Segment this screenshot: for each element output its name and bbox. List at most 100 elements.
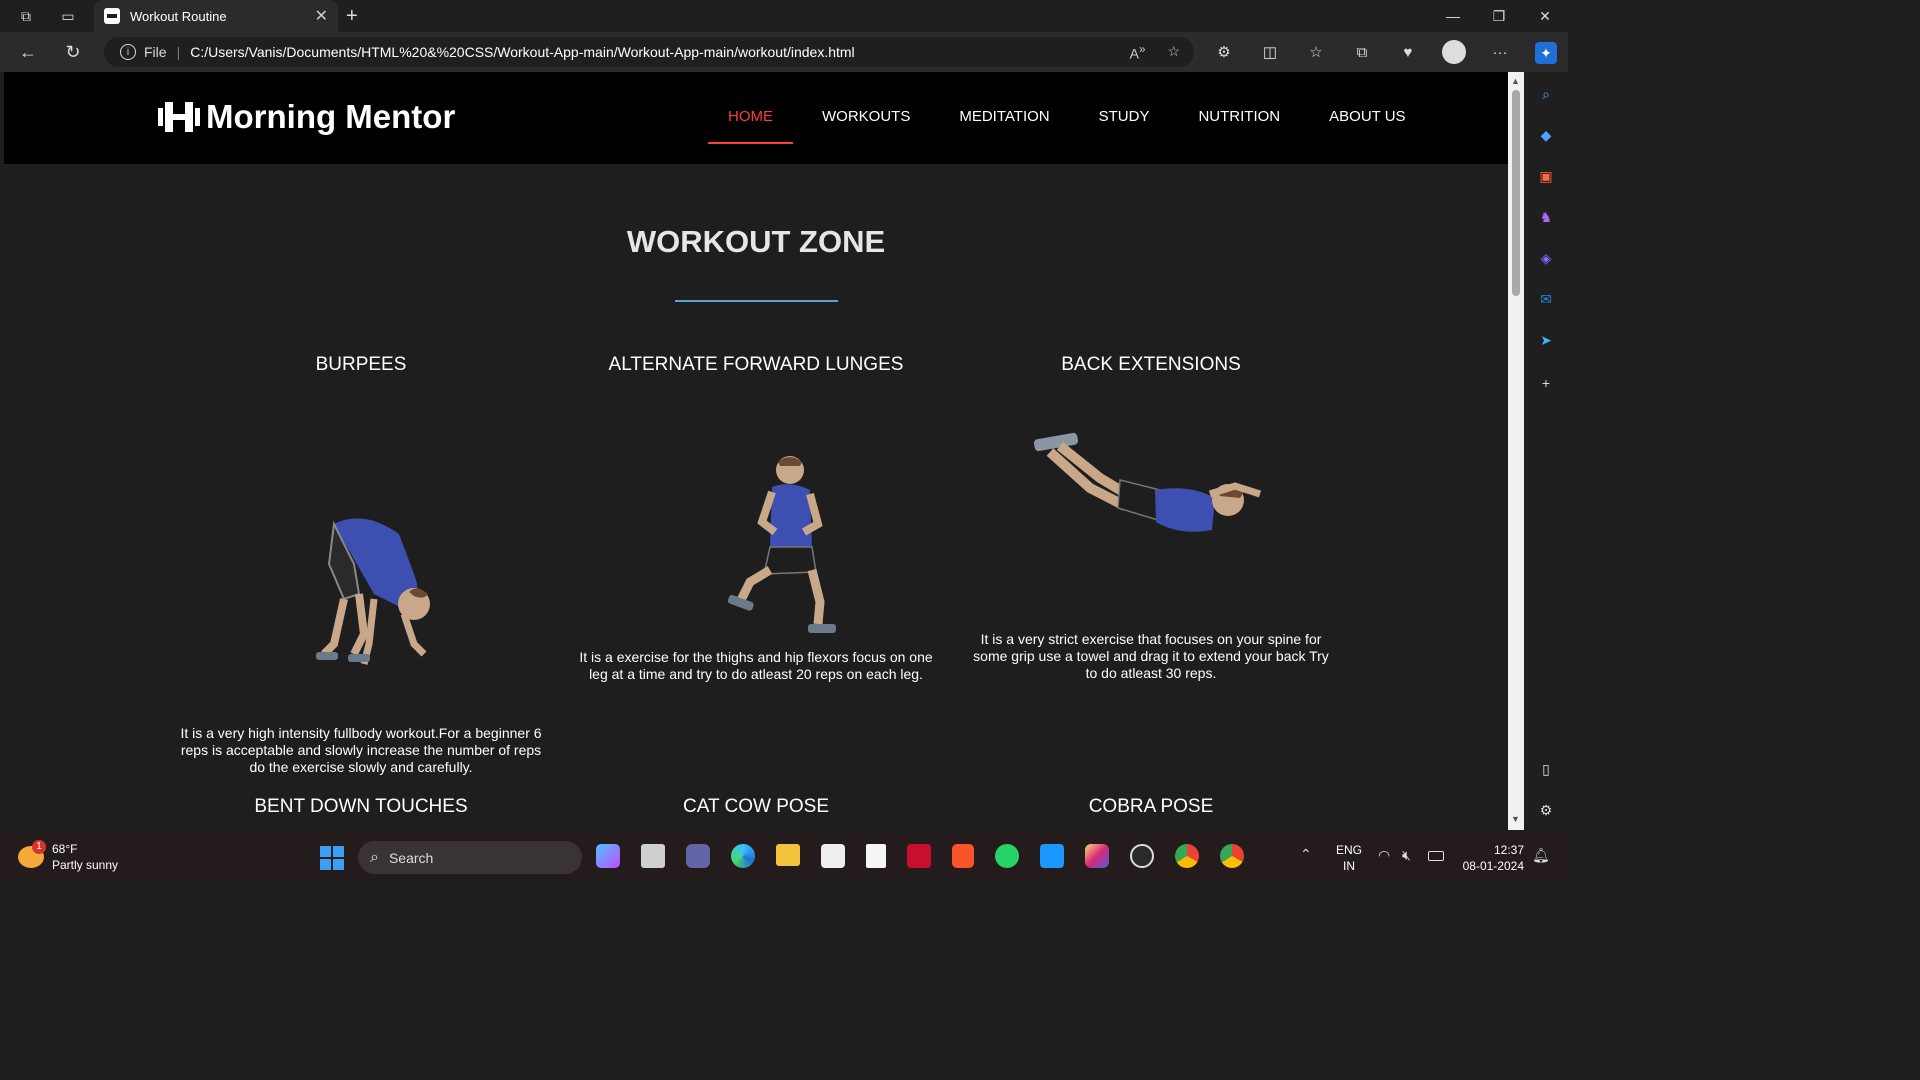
- exercise-desc-back-extensions: It is a very strict exercise that focuse…: [966, 631, 1336, 682]
- microsoft-store-icon[interactable]: [821, 844, 845, 868]
- close-tab-icon[interactable]: ✕: [315, 6, 328, 26]
- workspaces-icon[interactable]: ⧉: [16, 6, 36, 26]
- pinned-apps: [596, 844, 1244, 868]
- exercise-name: COBRA POSE: [1088, 796, 1214, 817]
- scroll-up-icon[interactable]: ▲: [1511, 76, 1520, 86]
- taskbar-search[interactable]: ⌕ Search: [358, 841, 582, 874]
- brand-name: Morning Mentor: [206, 98, 456, 135]
- notepad-icon[interactable]: [866, 844, 886, 868]
- whatsapp-icon[interactable]: [995, 844, 1019, 868]
- weather-text: Partly sunny: [52, 858, 119, 872]
- url-path: C:/Users/Vanis/Documents/HTML%20&%20CSS/…: [190, 44, 855, 60]
- scroll-down-icon[interactable]: ▼: [1511, 814, 1520, 824]
- close-window-icon[interactable]: ✕: [1522, 0, 1568, 32]
- show-hidden-icons[interactable]: ⌃: [1300, 846, 1312, 863]
- volume-muted-icon[interactable]: 🔇︎: [1402, 847, 1411, 864]
- restore-icon[interactable]: ❐: [1476, 0, 1522, 32]
- search-placeholder: Search: [388, 849, 434, 866]
- exercise-name: ALTERNATE FORWARD LUNGES: [608, 354, 904, 375]
- instagram-icon[interactable]: [1085, 844, 1109, 868]
- shopping-icon[interactable]: ◆: [1535, 124, 1557, 146]
- refresh-icon[interactable]: ↻: [61, 40, 85, 64]
- battery-icon[interactable]: [1428, 851, 1444, 861]
- exercise-card-cat-cow-pose: CAT COW POSE: [561, 796, 951, 818]
- favorites-icon[interactable]: ☆: [1304, 40, 1328, 64]
- active-tab[interactable]: Workout Routine ✕: [94, 0, 338, 32]
- nav-meditation[interactable]: MEDITATION: [959, 72, 1049, 144]
- chrome-icon[interactable]: [1175, 844, 1199, 868]
- site-header: Morning Mentor HOME WORKOUTS MEDITATION …: [4, 72, 1508, 164]
- back-icon[interactable]: ←: [16, 40, 40, 64]
- brand-logo[interactable]: Morning Mentor: [158, 98, 455, 136]
- prime-video-icon[interactable]: [1040, 844, 1064, 868]
- windows-start-icon[interactable]: [320, 846, 344, 870]
- split-screen-icon[interactable]: ◫: [1258, 40, 1282, 64]
- notifications-bell-icon[interactable]: 🔔︎: [1532, 847, 1550, 864]
- hide-sidebar-icon[interactable]: ▯: [1535, 758, 1557, 780]
- sidebar-settings-icon[interactable]: ⚙: [1535, 799, 1557, 821]
- nav-study[interactable]: STUDY: [1099, 72, 1150, 144]
- read-aloud-icon[interactable]: A»: [1130, 43, 1146, 62]
- health-icon[interactable]: ♥: [1396, 40, 1420, 64]
- more-icon[interactable]: ···: [1488, 40, 1512, 64]
- taskbar: 1 68°F Partly sunny ⌕ Search ⌃ ENG IN ◠ …: [0, 832, 1568, 882]
- nav-about-us[interactable]: ABOUT US: [1329, 72, 1405, 144]
- favorite-star-icon[interactable]: ☆: [1167, 43, 1180, 62]
- weather-widget[interactable]: 1 68°F Partly sunny: [18, 840, 148, 876]
- exercise-description: It is a exercise for the thighs and hip …: [579, 649, 933, 682]
- copilot-icon[interactable]: ✦: [1535, 42, 1557, 64]
- language-bottom: IN: [1343, 859, 1355, 873]
- exercise-description: It is a very high intensity fullbody wor…: [180, 725, 542, 775]
- tab-actions-icon[interactable]: ▭: [58, 6, 78, 26]
- exercise-description: It is a very strict exercise that focuse…: [973, 631, 1329, 681]
- microsoft365-icon[interactable]: ◈: [1535, 247, 1557, 269]
- browser-tools: ⚙ ◫ ☆ ⧉ ♥ ···: [1212, 40, 1512, 64]
- games-icon[interactable]: ♞: [1535, 206, 1557, 228]
- media-player-icon[interactable]: [1130, 844, 1154, 868]
- collections-icon[interactable]: ⧉: [1350, 40, 1374, 64]
- add-sidebar-app-icon[interactable]: +: [1535, 372, 1557, 394]
- extensions-icon[interactable]: ⚙: [1212, 40, 1236, 64]
- language-indicator[interactable]: ENG IN: [1336, 842, 1362, 874]
- scroll-thumb[interactable]: [1512, 90, 1520, 296]
- clock-time: 12:37: [1493, 843, 1524, 857]
- mcafee-icon[interactable]: [907, 844, 931, 868]
- exercise-name: BURPEES: [315, 354, 407, 375]
- copilot-app-icon[interactable]: [596, 844, 620, 868]
- main-nav: HOME WORKOUTS MEDITATION STUDY NUTRITION…: [708, 72, 1455, 164]
- outlook-icon[interactable]: ✉: [1535, 288, 1557, 310]
- lunges-figure: [727, 456, 836, 633]
- profile-avatar[interactable]: [1442, 40, 1466, 64]
- exercise-card-back-extensions: BACK EXTENSIONS: [956, 354, 1346, 376]
- nav-nutrition[interactable]: NUTRITION: [1198, 72, 1280, 144]
- info-icon[interactable]: i: [120, 44, 136, 60]
- file-explorer-icon[interactable]: [776, 844, 800, 866]
- task-view-icon[interactable]: [641, 844, 665, 868]
- chrome-profile-icon[interactable]: [1220, 844, 1244, 868]
- clock-date: 08-01-2024: [1462, 859, 1524, 873]
- dumbbell-icon: [158, 100, 200, 134]
- exercise-card-lunges: ALTERNATE FORWARD LUNGES: [561, 354, 951, 376]
- language-top: ENG: [1336, 843, 1363, 857]
- brave-icon[interactable]: [952, 844, 974, 868]
- window-controls: — ❐ ✕: [1430, 0, 1568, 32]
- search-icon: ⌕: [370, 848, 379, 866]
- url-separator: |: [176, 44, 181, 60]
- exercise-name: CAT COW POSE: [682, 796, 830, 817]
- clock[interactable]: 12:37 08-01-2024: [1458, 842, 1524, 874]
- tools-icon[interactable]: ▣: [1535, 165, 1557, 187]
- new-tab-icon[interactable]: +: [346, 5, 358, 28]
- search-icon[interactable]: ⌕: [1535, 83, 1557, 105]
- send-icon[interactable]: ➤: [1535, 329, 1557, 351]
- edge-app-icon[interactable]: [731, 844, 755, 868]
- favicon-icon: [104, 8, 120, 24]
- page-scrollbar[interactable]: ▲ ▼: [1508, 72, 1524, 830]
- exercise-card-bent-down-touches: BENT DOWN TOUCHES: [166, 796, 556, 818]
- nav-workouts[interactable]: WORKOUTS: [822, 72, 910, 144]
- nav-home[interactable]: HOME: [708, 72, 793, 144]
- address-bar[interactable]: i File | C:/Users/Vanis/Documents/HTML%2…: [104, 37, 1194, 67]
- wifi-icon[interactable]: ◠: [1378, 847, 1390, 864]
- minimize-icon[interactable]: —: [1430, 0, 1476, 32]
- exercise-name: BENT DOWN TOUCHES: [254, 796, 468, 817]
- teams-chat-icon[interactable]: [686, 844, 710, 868]
